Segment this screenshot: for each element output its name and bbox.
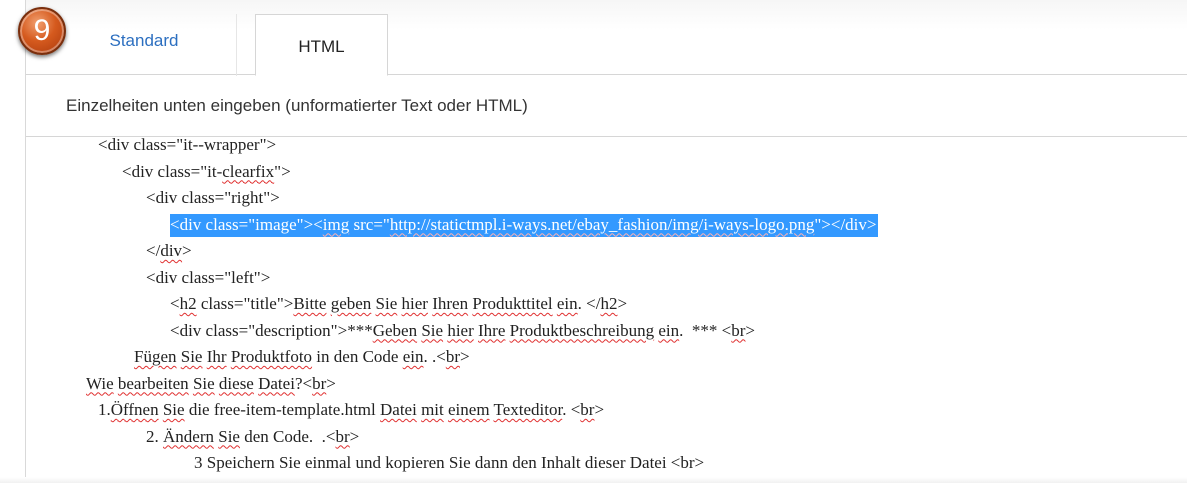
code-line: <div class="it-clearfix"> <box>122 161 291 184</box>
code-text: <div class="image">< <box>170 214 323 234</box>
code-text: den Code. .< <box>239 426 336 446</box>
misspelled-word: Geben <box>372 320 418 340</box>
code-text: <div class="right"> <box>146 188 280 207</box>
code-text: > <box>349 426 360 446</box>
code-text: <div class="left"> <box>146 267 271 287</box>
code-text: 3 Speichern Sie einmal und kopieren Sie … <box>194 453 705 472</box>
code-text: > <box>745 320 755 340</box>
misspelled-word: http://statictmpl.i-ways.net/ebay_fashio… <box>389 214 815 234</box>
misspelled-word: Produkttitel <box>472 294 553 313</box>
code-line: 2. Ändern Sie den Code. .<br> <box>146 426 359 449</box>
code-text: . < <box>562 400 581 419</box>
misspelled-word: Fügen <box>134 347 177 366</box>
code-text: . </ <box>577 294 601 313</box>
code-line: <div class="description">***Geben Sie hi… <box>170 320 755 343</box>
code-text: <div class="it- <box>122 161 223 181</box>
instructions-text: Einzelheiten unten eingeben (unformatier… <box>66 95 528 115</box>
code-line: <div class="it--wrapper"> <box>98 138 276 157</box>
code-text: > <box>594 400 605 419</box>
code-line: 1.Öffnen Sie die free-item-template.html… <box>98 399 604 422</box>
tab-standard-label: Standard <box>109 31 179 50</box>
misspelled-word: br <box>445 347 460 366</box>
misspelled-word: Ihren <box>432 294 469 313</box>
misspelled-word: Ihre <box>478 320 506 340</box>
step-number: 9 <box>33 14 51 47</box>
misspelled-word: Texteditor <box>493 400 563 419</box>
misspelled-word: Sie <box>421 320 444 340</box>
misspelled-word: ein <box>658 320 680 340</box>
misspelled-word: br <box>335 426 350 446</box>
code-line: </div> <box>146 240 192 263</box>
code-line: <div class="left"> <box>146 267 270 290</box>
misspelled-word: Bitte <box>293 294 327 313</box>
code-text: . .< <box>423 347 446 366</box>
misspelled-word: Produktfoto <box>230 347 313 366</box>
code-text: "></div> <box>814 214 877 234</box>
misspelled-word: Sie <box>375 294 398 313</box>
misspelled-word: Sie <box>218 426 240 446</box>
code-text: . *** < <box>679 320 732 340</box>
step-number-badge: 9 <box>18 7 66 55</box>
code-text: 2. <box>146 426 163 446</box>
misspelled-word: mit <box>421 400 444 419</box>
misspelled-word: Wie <box>86 373 114 393</box>
code-text: "> <box>274 161 291 181</box>
html-code-editor[interactable]: <div class="it--wrapper"> <div class="it-… <box>26 138 1187 483</box>
misspelled-word: Sie <box>180 347 203 366</box>
misspelled-word: ein <box>556 294 578 313</box>
code-text: src=" <box>349 214 390 234</box>
code-text: in den Code <box>312 347 403 366</box>
misspelled-word: br <box>312 373 327 393</box>
code-text: class="title"> <box>196 294 294 313</box>
misspelled-word: bearbeiten <box>117 373 189 393</box>
code-text: die free-item-template.html <box>184 400 380 419</box>
misspelled-word: div <box>160 241 183 260</box>
tab-html-label: HTML <box>298 37 345 56</box>
misspelled-word: Ihr <box>206 347 227 366</box>
misspelled-word: hier <box>447 320 474 340</box>
page-edge-shadow <box>0 477 1187 483</box>
misspelled-word: diese <box>218 373 254 393</box>
tab-standard[interactable]: Standard <box>52 14 237 76</box>
misspelled-word: hier <box>401 294 428 313</box>
misspelled-word: h2 <box>179 294 197 313</box>
misspelled-word: img <box>322 214 350 234</box>
selected-code-line: <div class="image"><img src="http://stat… <box>170 213 879 237</box>
code-line: 3 Speichern Sie einmal und kopieren Sie … <box>194 452 704 475</box>
code-text: > <box>460 347 470 366</box>
code-text: > <box>182 241 192 260</box>
code-text: ?< <box>294 373 313 393</box>
code-line: <div class="right"> <box>146 187 280 210</box>
code-text: < <box>170 294 180 313</box>
misspelled-word: Produktbeschreibung <box>509 320 655 340</box>
misspelled-word: Datei <box>380 400 417 419</box>
code-line: Fügen Sie Ihr Produktfoto in den Code ei… <box>134 346 470 369</box>
code-text: > <box>326 373 336 393</box>
misspelled-word: br <box>731 320 746 340</box>
tab-html[interactable]: HTML <box>255 14 388 76</box>
code-text: </ <box>146 241 161 260</box>
code-line: Wie bearbeiten Sie diese Datei?<br> <box>86 373 336 396</box>
misspelled-word: Ändern <box>163 426 214 446</box>
code-text: > <box>617 294 628 313</box>
misspelled-word: geben <box>330 294 372 313</box>
misspelled-word: Öffnen <box>110 400 159 419</box>
code-text: 1. <box>98 400 111 419</box>
misspelled-word: clearfix <box>222 161 275 181</box>
misspelled-word: einem <box>448 400 490 419</box>
tab-bar: Standard HTML <box>26 0 1187 76</box>
misspelled-word: Datei <box>258 373 295 393</box>
code-text: <div class="description">*** <box>170 320 373 340</box>
code-line: <h2 class="title">Bitte geben Sie hier I… <box>170 293 627 316</box>
misspelled-word: br <box>580 400 595 419</box>
code-text: <div class="it--wrapper"> <box>98 138 277 154</box>
misspelled-word: Sie <box>192 373 215 393</box>
misspelled-word: Sie <box>162 400 185 419</box>
misspelled-word: h2 <box>600 294 618 313</box>
instructions-label: Einzelheiten unten eingeben (unformatier… <box>26 75 1187 137</box>
misspelled-word: ein <box>402 347 424 366</box>
